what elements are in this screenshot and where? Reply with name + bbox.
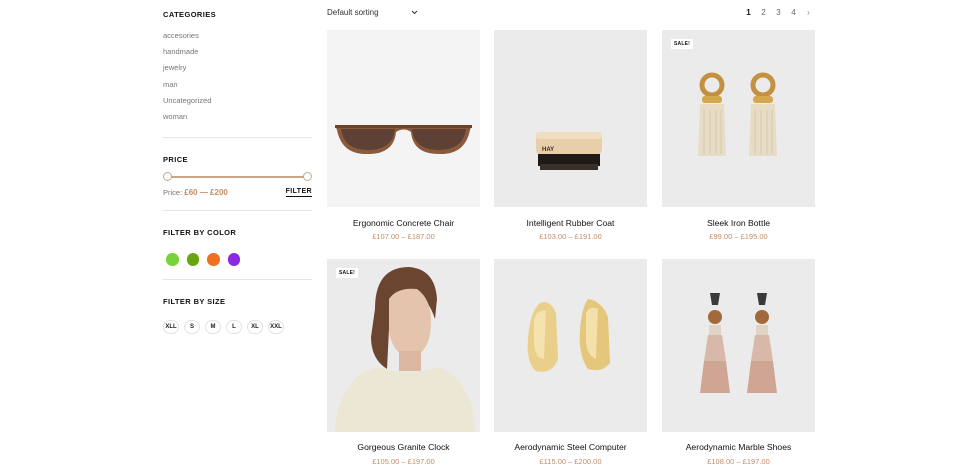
sorting-dropdown[interactable]: Default sorting [327,8,418,17]
size-option-xl[interactable]: XL [247,320,263,334]
page-link-3[interactable]: 3 [771,8,786,17]
size-option-l[interactable]: L [226,320,242,334]
product-price: £105.00 – £197.00 [372,457,435,466]
product-price: £99.00 – £195.00 [709,232,768,241]
category-link-accesories[interactable]: accesories [163,31,211,47]
price-title: PRICE [163,155,188,164]
price-slider-min-handle[interactable] [163,172,172,181]
size-option-s[interactable]: S [184,320,200,334]
product-price: £115.00 – £200.00 [539,457,602,466]
color-filter-title: FILTER BY COLOR [163,228,237,237]
divider [163,210,312,211]
price-slider-track [167,176,308,178]
divider [163,279,312,280]
sunglasses-image [335,125,472,155]
size-option-xxl[interactable]: XXL [268,320,284,334]
size-option-xll[interactable]: XLL [163,320,179,334]
filter-button[interactable]: FILTER [285,188,312,197]
chevron-down-icon [411,8,418,17]
price-row: Price: £60 — £200 FILTER [163,188,312,200]
product-name[interactable]: Aerodynamic Steel Computer [494,442,647,452]
page-link-4[interactable]: 4 [786,8,801,17]
color-swatch-orange[interactable] [207,253,220,266]
color-swatch-light-green[interactable] [166,253,179,266]
price-slider-max-handle[interactable] [303,172,312,181]
category-link-handmade[interactable]: handmade [163,47,211,63]
category-list: accesories handmade jewelry man Uncatego… [163,31,211,128]
product-image[interactable]: SALE! [327,259,480,432]
price-label: Price: [163,188,183,197]
price-slider[interactable] [163,172,312,182]
product-price: £103.00 – £191.00 [539,232,602,241]
brush-image: HAY [536,132,602,170]
color-swatches [166,253,240,266]
sale-badge: SALE! [671,39,693,49]
product-name[interactable]: Ergonomic Concrete Chair [327,218,480,228]
brush-label: HAY [542,147,554,153]
size-option-m[interactable]: M [205,320,221,334]
page-link-1[interactable]: 1 [741,8,756,17]
product-price: £108.00 – £197.00 [707,457,770,466]
categories-title: CATEGORIES [163,10,217,19]
product-image[interactable]: HAY [494,30,647,207]
category-link-uncategorized[interactable]: Uncategorized [163,96,211,112]
product-image[interactable] [662,259,815,432]
product-image[interactable] [327,30,480,207]
page-link-2[interactable]: 2 [756,8,771,17]
size-options: XLL S M L XL XXL [163,320,284,334]
divider [163,137,312,138]
product-image[interactable]: SALE! [662,30,815,207]
next-page-link[interactable]: › [801,8,816,17]
sorting-label: Default sorting [327,8,379,17]
color-swatch-green[interactable] [186,253,199,266]
product-name[interactable]: Intelligent Rubber Coat [494,218,647,228]
category-link-woman[interactable]: woman [163,112,211,128]
tassel-earrings-image [698,72,777,156]
size-filter-title: FILTER BY SIZE [163,297,226,306]
pagination: 1 2 3 4 › [741,8,816,17]
product-name[interactable]: Gorgeous Granite Clock [327,442,480,452]
product-name[interactable]: Aerodynamic Marble Shoes [662,442,815,452]
product-image[interactable] [494,259,647,432]
product-name[interactable]: Sleek Iron Bottle [662,218,815,228]
category-link-man[interactable]: man [163,80,211,96]
beaded-tassel-earrings-image [700,293,777,393]
product-price: £107.00 – £187.00 [372,232,435,241]
gold-earrings-image [527,299,610,372]
price-range-value: £60 — £200 [184,188,228,197]
woman-portrait-image [335,267,475,432]
sale-badge: SALE! [336,268,358,278]
category-link-jewelry[interactable]: jewelry [163,63,211,79]
color-swatch-purple[interactable] [227,253,240,266]
